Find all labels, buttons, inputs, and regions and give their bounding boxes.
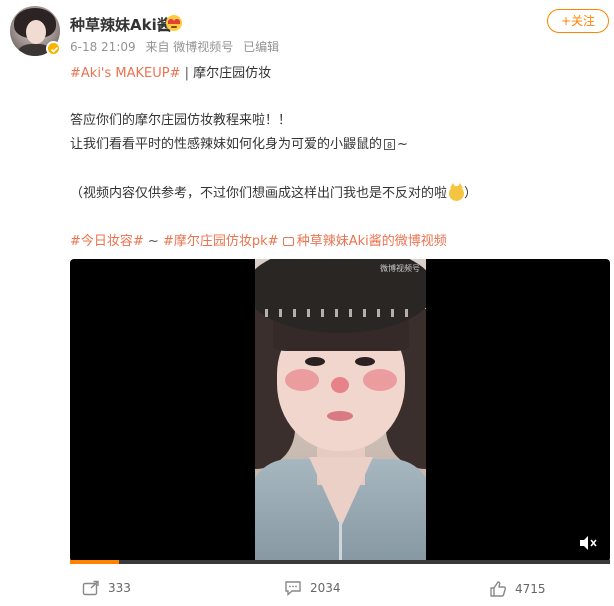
body-line-1: 答应你们的摩尔庄园仿妆教程来啦！！ <box>70 113 292 128</box>
heart-eyes-emoji-icon <box>166 15 182 31</box>
body-line-2-text: 让我们看看平时的性感辣妹如何化身为可爱的小鼹鼠的 <box>70 137 383 152</box>
post-meta: 6-18 21:09 来自 微博视频号 已编辑 <box>70 38 285 55</box>
avatar-face <box>26 20 46 44</box>
boxed-number: 8 <box>384 139 396 150</box>
post-source[interactable]: 来自 微博视频号 <box>145 40 233 54</box>
post-edited: 已编辑 <box>243 40 280 54</box>
body-line-3-end: ） <box>464 186 478 201</box>
video-link-icon <box>282 237 294 246</box>
video-link-text: 种草辣妹Aki酱的微博视频 <box>296 234 447 249</box>
post-time[interactable]: 6-18 21:09 <box>70 40 136 54</box>
video-blush-right <box>363 369 397 391</box>
video-frame: 微博视频号 <box>255 259 426 562</box>
cat-emoji-icon <box>449 183 465 201</box>
like-count: 4715 <box>515 582 546 596</box>
username[interactable]: 种草辣妹Aki酱 <box>70 14 172 35</box>
repost-icon <box>82 580 99 596</box>
video-eye-right <box>355 357 375 366</box>
post-title-line: #Aki's MAKEUP# | 摩尔庄园仿妆 <box>70 62 271 81</box>
video-progress-fill <box>70 560 119 564</box>
body-line-2-tail: ~ <box>397 137 408 152</box>
verified-badge-icon <box>46 41 61 56</box>
comment-button[interactable]: 2034 <box>284 580 341 596</box>
topic-separator: ~ <box>143 234 159 249</box>
video-blush-left <box>285 369 319 391</box>
video-hat-dots <box>265 309 415 317</box>
like-icon <box>490 581 506 597</box>
video-zip <box>339 521 342 562</box>
repost-count: 333 <box>108 581 131 595</box>
video-eye-left <box>305 357 325 366</box>
post-title-text: 摩尔庄园仿妆 <box>193 66 272 81</box>
hashtag-aki-makeup[interactable]: #Aki's MAKEUP# <box>70 66 181 81</box>
topics-line: #今日妆容# ~ #摩尔庄园仿妆pk# 种草辣妹Aki酱的微博视频 <box>70 230 447 249</box>
topic-today-makeup[interactable]: #今日妆容# <box>70 234 144 249</box>
title-separator: | <box>184 66 190 81</box>
body-line-2: 让我们看看平时的性感辣妹如何化身为可爱的小鼹鼠的 8 ~ <box>70 133 408 152</box>
video-progress-bar[interactable] <box>70 560 610 564</box>
video-lips <box>327 411 353 421</box>
body-line-3: （视频内容仅供参考，不过你们想画成这样出门我也是不反对的啦 ） <box>70 182 477 201</box>
repost-button[interactable]: 333 <box>82 580 131 596</box>
video-player[interactable]: 微博视频号 <box>70 259 610 562</box>
video-link[interactable]: 种草辣妹Aki酱的微博视频 <box>282 234 447 249</box>
like-button[interactable]: 4715 <box>489 580 546 598</box>
post-actions: 333 2034 4715 <box>0 580 614 602</box>
video-nose <box>331 377 349 393</box>
follow-button[interactable]: +关注 <box>547 9 609 33</box>
body-line-3-text: （视频内容仅供参考，不过你们想画成这样出门我也是不反对的啦 <box>70 186 448 201</box>
mute-icon[interactable] <box>578 535 598 551</box>
video-watermark: 微博视频号 <box>380 264 420 273</box>
comment-count: 2034 <box>310 581 341 595</box>
topic-mole-manor-pk[interactable]: #摩尔庄园仿妆pk# <box>163 234 279 249</box>
comment-icon <box>285 581 301 596</box>
